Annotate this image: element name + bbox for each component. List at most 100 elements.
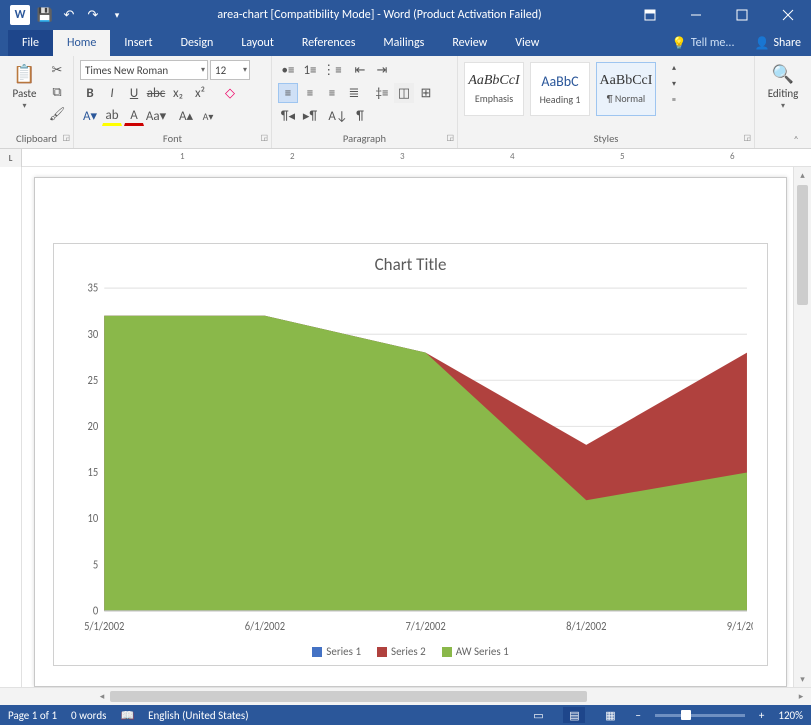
zoom-level[interactable]: 120% xyxy=(778,709,803,722)
page-indicator[interactable]: Page 1 of 1 xyxy=(8,709,57,722)
clear-formatting-icon[interactable]: ◇ xyxy=(220,83,240,103)
scroll-down-icon[interactable]: ▾ xyxy=(794,671,811,687)
ribbon-tabs: File Home Insert Design Layout Reference… xyxy=(0,30,811,56)
qat-dropdown-icon[interactable]: ▾ xyxy=(108,6,126,24)
underline-button[interactable]: U xyxy=(124,83,144,103)
share-button[interactable]: 👤 Share xyxy=(744,30,811,56)
ruler-horizontal[interactable]: L 1 2 3 4 5 6 xyxy=(0,149,811,167)
language-indicator[interactable]: English (United States) xyxy=(148,709,248,722)
dialog-launcher-icon[interactable]: ◲ xyxy=(260,133,268,143)
justify-icon[interactable]: ≣ xyxy=(344,83,364,103)
dialog-launcher-icon[interactable]: ◲ xyxy=(62,133,70,143)
word-count[interactable]: 0 words xyxy=(71,709,106,722)
tab-layout[interactable]: Layout xyxy=(227,30,288,56)
styles-expand-icon[interactable]: ≡ xyxy=(664,92,684,108)
grow-font-icon[interactable]: A▴ xyxy=(176,106,196,126)
sort-icon[interactable]: A↓ xyxy=(328,106,348,126)
tab-file[interactable]: File xyxy=(8,30,53,56)
redo-icon[interactable]: ↷ xyxy=(84,6,102,24)
font-color-icon[interactable]: A xyxy=(124,106,144,126)
web-layout-icon[interactable]: ▦ xyxy=(599,707,621,723)
scrollbar-thumb[interactable] xyxy=(797,185,808,305)
tab-references[interactable]: References xyxy=(288,30,370,56)
font-size-combo[interactable]: 12▾ xyxy=(210,60,250,80)
titlebar: W 💾 ↶ ↷ ▾ area-chart [Compatibility Mode… xyxy=(0,0,811,30)
read-mode-icon[interactable]: ▭ xyxy=(527,707,549,723)
ribbon-display-options-icon[interactable] xyxy=(627,0,673,30)
status-bar: Page 1 of 1 0 words 📖 English (United St… xyxy=(0,705,811,725)
group-font: Times New Roman▾ 12▾ B I U abc x₂ x² ◇ A… xyxy=(74,56,272,148)
align-center-icon[interactable]: ≡ xyxy=(300,83,320,103)
tab-selector-icon[interactable]: L xyxy=(0,149,22,167)
dialog-launcher-icon[interactable]: ◲ xyxy=(446,133,454,143)
style-emphasis[interactable]: AaBbCcI Emphasis xyxy=(464,62,524,116)
italic-button[interactable]: I xyxy=(102,83,122,103)
zoom-slider-thumb[interactable] xyxy=(681,710,691,720)
chart-object[interactable]: Chart Title 051015202530355/1/20026/1/20… xyxy=(53,243,768,666)
tab-insert[interactable]: Insert xyxy=(110,30,166,56)
tab-view[interactable]: View xyxy=(501,30,553,56)
paste-button[interactable]: 📋 Paste ▾ xyxy=(6,60,43,111)
numbering-icon[interactable]: 1≡ xyxy=(300,60,320,80)
show-marks-icon[interactable]: ¶ xyxy=(350,106,370,126)
tab-home[interactable]: Home xyxy=(53,30,110,56)
align-right-icon[interactable]: ≡ xyxy=(322,83,342,103)
format-painter-icon[interactable]: 🖌 xyxy=(47,104,67,124)
maximize-button[interactable] xyxy=(719,0,765,30)
collapse-ribbon-icon[interactable]: ˄ xyxy=(787,132,805,146)
ruler-vertical[interactable] xyxy=(0,167,22,687)
scroll-left-icon[interactable]: ◂ xyxy=(94,688,110,705)
vertical-scrollbar[interactable]: ▴ ▾ xyxy=(793,167,811,687)
strikethrough-button[interactable]: abc xyxy=(146,83,166,103)
svg-text:15: 15 xyxy=(87,465,98,480)
close-button[interactable] xyxy=(765,0,811,30)
copy-icon[interactable]: ⧉ xyxy=(47,82,67,102)
scroll-up-icon[interactable]: ▴ xyxy=(794,167,811,183)
chart-title: Chart Title xyxy=(54,244,767,281)
scroll-right-icon[interactable]: ▸ xyxy=(793,688,809,705)
undo-icon[interactable]: ↶ xyxy=(60,6,78,24)
style-normal[interactable]: AaBbCcI ¶ Normal xyxy=(596,62,656,116)
multilevel-icon[interactable]: ⋮≡ xyxy=(322,60,342,80)
styles-scroll-up-icon[interactable]: ▴ xyxy=(664,60,684,76)
styles-scroll-down-icon[interactable]: ▾ xyxy=(664,76,684,92)
group-label: Styles xyxy=(594,132,619,145)
line-spacing-icon[interactable]: ‡≡ xyxy=(372,83,392,103)
zoom-out-icon[interactable]: − xyxy=(635,709,640,722)
font-family-combo[interactable]: Times New Roman▾ xyxy=(80,60,208,80)
document-viewport[interactable]: Chart Title 051015202530355/1/20026/1/20… xyxy=(22,167,793,687)
align-left-icon[interactable]: ≡ xyxy=(278,83,298,103)
zoom-slider[interactable] xyxy=(655,714,745,717)
scrollbar-thumb[interactable] xyxy=(110,691,587,702)
tab-design[interactable]: Design xyxy=(167,30,228,56)
highlight-icon[interactable]: ab xyxy=(102,106,122,126)
bullets-icon[interactable]: •≡ xyxy=(278,60,298,80)
rtl-icon[interactable]: ▸¶ xyxy=(300,106,320,126)
tell-me-search[interactable]: 💡 Tell me... xyxy=(662,30,745,56)
minimize-button[interactable] xyxy=(673,0,719,30)
zoom-in-icon[interactable]: + xyxy=(759,709,764,722)
change-case-icon[interactable]: Aa▾ xyxy=(146,106,166,126)
save-icon[interactable]: 💾 xyxy=(36,6,54,24)
ltr-icon[interactable]: ¶◂ xyxy=(278,106,298,126)
horizontal-scrollbar[interactable]: ◂ ▸ xyxy=(0,687,811,705)
svg-text:20: 20 xyxy=(87,419,98,434)
bold-button[interactable]: B xyxy=(80,83,100,103)
shrink-font-icon[interactable]: A▾ xyxy=(198,106,218,126)
subscript-button[interactable]: x₂ xyxy=(168,83,188,103)
dialog-launcher-icon[interactable]: ◲ xyxy=(743,133,751,143)
ruler-tick: 2 xyxy=(290,151,295,162)
increase-indent-icon[interactable]: ⇥ xyxy=(372,60,392,80)
editing-button[interactable]: 🔍 Editing ▾ xyxy=(763,60,803,111)
tab-review[interactable]: Review xyxy=(438,30,501,56)
superscript-button[interactable]: x² xyxy=(190,83,210,103)
text-effects-icon[interactable]: A▾ xyxy=(80,106,100,126)
shading-icon[interactable]: ◫ xyxy=(394,83,414,103)
borders-icon[interactable]: ⊞ xyxy=(416,83,436,103)
tab-mailings[interactable]: Mailings xyxy=(369,30,438,56)
cut-icon[interactable]: ✂ xyxy=(47,60,67,80)
decrease-indent-icon[interactable]: ⇤ xyxy=(350,60,370,80)
style-heading1[interactable]: AaBbC Heading 1 xyxy=(530,62,590,116)
print-layout-icon[interactable]: ▤ xyxy=(563,707,585,723)
spellcheck-icon[interactable]: 📖 xyxy=(120,709,134,722)
